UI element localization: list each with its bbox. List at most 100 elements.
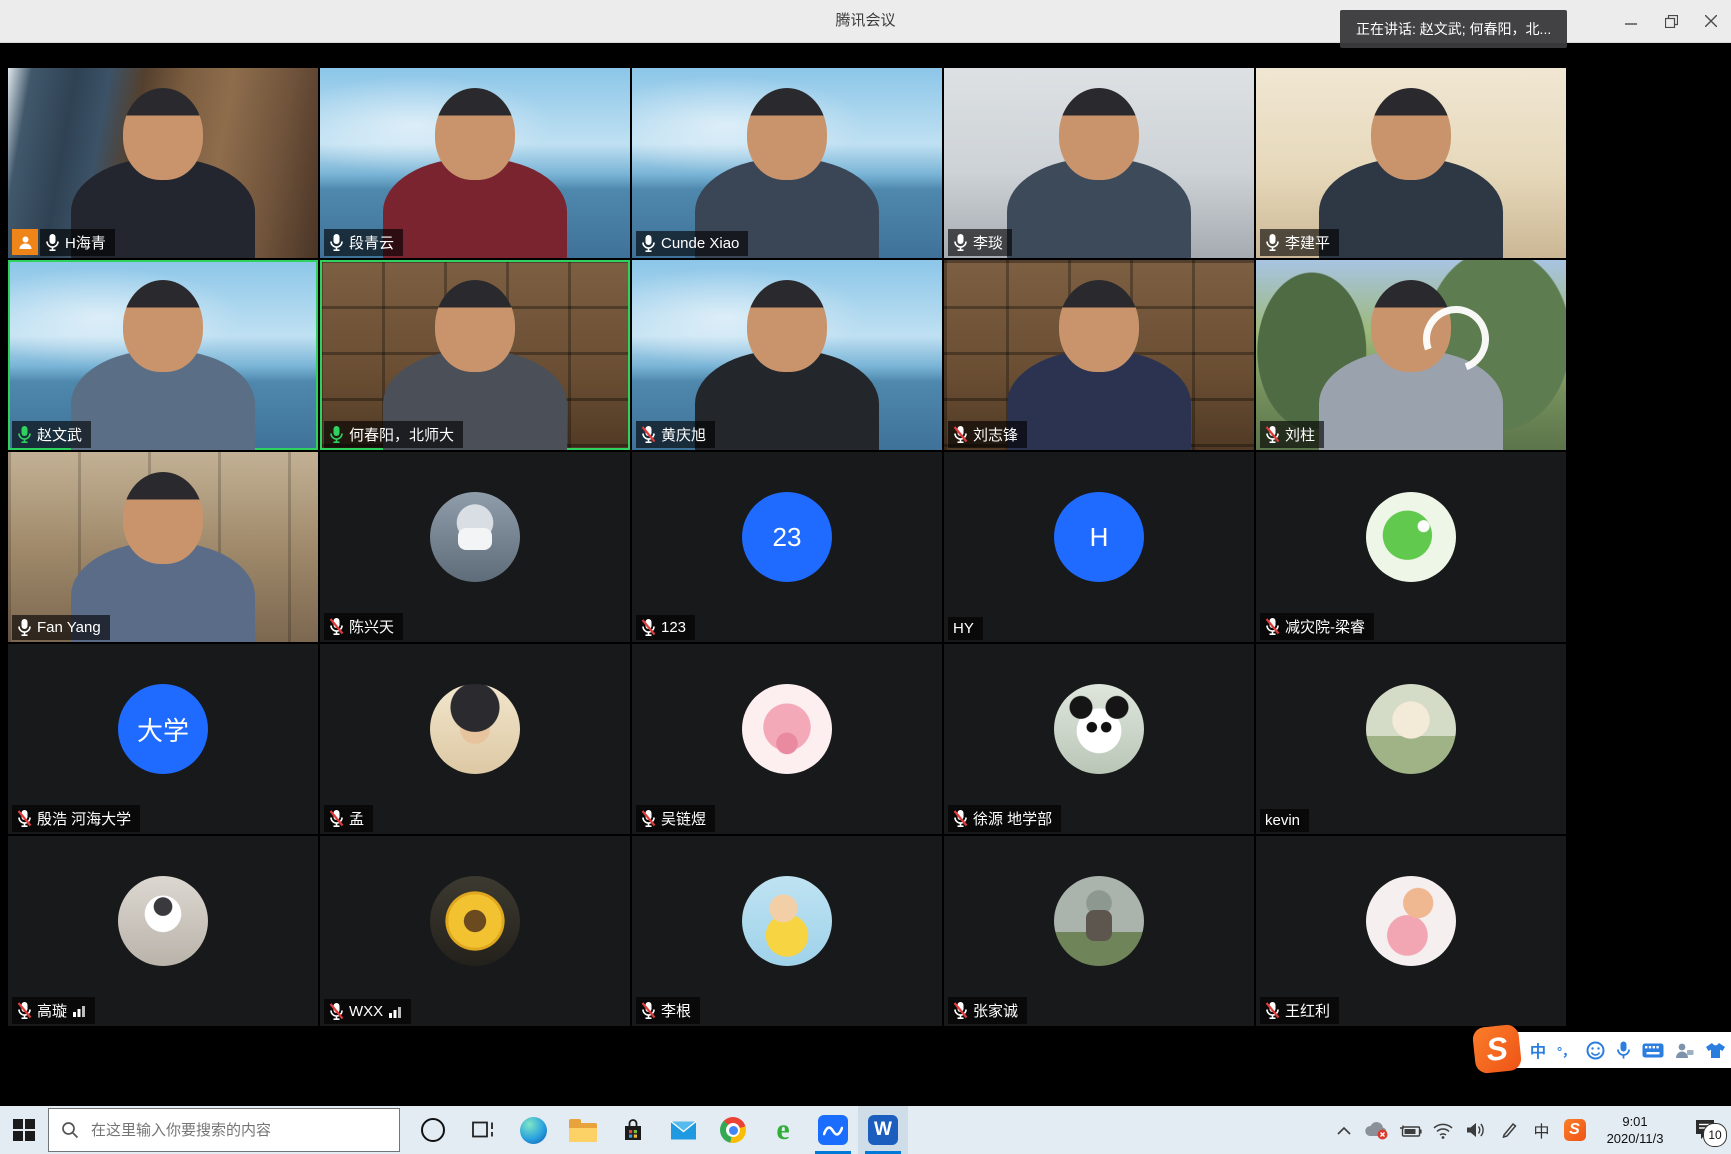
participant-tile-25[interactable]: 王红利 bbox=[1256, 836, 1566, 1026]
taskbar-search[interactable] bbox=[48, 1108, 400, 1152]
participant-name: 刘柱 bbox=[1285, 424, 1315, 445]
video-grid: H海青 段青云Cunde Xiao李琰李建平赵文武 何春阳，北师大黄庆旭刘志锋 刘柱 F… bbox=[8, 68, 1566, 1026]
participant-tile-2[interactable]: 段青云 bbox=[320, 68, 630, 258]
participant-name: H海青 bbox=[65, 232, 106, 253]
participant-label-row: 吴链煜 bbox=[636, 805, 715, 832]
participant-name: HY bbox=[953, 620, 974, 637]
mic-muted-icon bbox=[953, 425, 968, 444]
taskbar-app-tencent-meeting[interactable] bbox=[808, 1106, 858, 1154]
participant-tile-3[interactable]: Cunde Xiao bbox=[632, 68, 942, 258]
volume-icon[interactable] bbox=[1459, 1106, 1492, 1154]
participant-tile-18[interactable]: 吴链煜 bbox=[632, 644, 942, 834]
participant-tile-21[interactable]: 高璇 bbox=[8, 836, 318, 1026]
participant-label-row: 李建平 bbox=[1260, 229, 1339, 256]
participant-tile-17[interactable]: 孟 bbox=[320, 644, 630, 834]
participant-tile-22[interactable]: WXX bbox=[320, 836, 630, 1026]
avatar-text: 大学 bbox=[137, 711, 189, 748]
tray-chevron-up-icon[interactable] bbox=[1327, 1106, 1360, 1154]
mic-muted-icon bbox=[641, 425, 656, 444]
participant-name-label: 刘柱 bbox=[1260, 421, 1324, 448]
minimize-button[interactable] bbox=[1611, 0, 1651, 42]
participant-name-label: 李建平 bbox=[1260, 229, 1339, 256]
clock-date: 2020/11/3 bbox=[1591, 1130, 1679, 1147]
taskbar-app-task-view[interactable] bbox=[458, 1106, 508, 1154]
participant-face bbox=[435, 280, 515, 372]
taskbar-app-store[interactable] bbox=[608, 1106, 658, 1154]
onedrive-error-icon[interactable] bbox=[1360, 1106, 1393, 1154]
participant-tile-9[interactable]: 刘志锋 bbox=[944, 260, 1254, 450]
participant-tile-8[interactable]: 黄庆旭 bbox=[632, 260, 942, 450]
mic-on-icon bbox=[641, 234, 656, 253]
mic-muted-icon bbox=[17, 1001, 32, 1020]
cortana-icon bbox=[421, 1118, 445, 1142]
taskbar-app-cortana[interactable] bbox=[408, 1106, 458, 1154]
participant-tile-23[interactable]: 李根 bbox=[632, 836, 942, 1026]
taskbar-app-word[interactable]: W bbox=[858, 1106, 908, 1154]
mic-muted-icon bbox=[953, 809, 968, 828]
participant-name: 陈兴天 bbox=[349, 616, 394, 637]
participant-tile-7[interactable]: 何春阳，北师大 bbox=[320, 260, 630, 450]
participant-tile-5[interactable]: 李建平 bbox=[1256, 68, 1566, 258]
pen-icon[interactable] bbox=[1492, 1106, 1525, 1154]
participant-tile-24[interactable]: 张家诚 bbox=[944, 836, 1254, 1026]
participant-tile-10[interactable]: 刘柱 bbox=[1256, 260, 1566, 450]
file-explorer-icon bbox=[569, 1123, 597, 1142]
participant-label-row: kevin bbox=[1260, 809, 1309, 832]
speaking-toast: 正在讲话: 赵文武; 何春阳，北... bbox=[1340, 10, 1567, 48]
profile-icon[interactable] bbox=[1675, 1042, 1694, 1059]
participant-tile-11[interactable]: Fan Yang bbox=[8, 452, 318, 642]
voice-input-icon[interactable] bbox=[1616, 1041, 1631, 1060]
participant-tile-16[interactable]: 大学殷浩 河海大学 bbox=[8, 644, 318, 834]
sogou-tray-icon[interactable]: S bbox=[1558, 1106, 1591, 1154]
microsoft-store-icon bbox=[622, 1118, 644, 1143]
restore-button[interactable] bbox=[1651, 0, 1691, 42]
sogou-logo-icon[interactable]: S bbox=[1472, 1024, 1523, 1075]
start-button[interactable] bbox=[0, 1106, 48, 1154]
cartoon-boy-avatar bbox=[742, 876, 832, 966]
emoji-icon[interactable] bbox=[1586, 1041, 1605, 1060]
ime-mode-chinese[interactable]: 中 bbox=[1530, 1038, 1546, 1062]
participant-tile-4[interactable]: 李琰 bbox=[944, 68, 1254, 258]
participant-tile-14[interactable]: HHY bbox=[944, 452, 1254, 642]
participant-tile-1[interactable]: H海青 bbox=[8, 68, 318, 258]
participant-name-label: 赵文武 bbox=[12, 421, 91, 448]
participant-name-label: 徐源 地学部 bbox=[948, 805, 1061, 832]
participant-tile-15[interactable]: 减灾院-梁睿 bbox=[1256, 452, 1566, 642]
mic-muted-icon bbox=[1265, 1001, 1280, 1020]
lamb-avatar bbox=[1366, 684, 1456, 774]
skin-icon[interactable] bbox=[1705, 1042, 1726, 1059]
taskbar-app-green-e-browser[interactable]: e bbox=[758, 1106, 808, 1154]
taskbar-app-mail[interactable] bbox=[658, 1106, 708, 1154]
chrome-icon bbox=[720, 1117, 746, 1143]
search-input[interactable] bbox=[89, 1121, 383, 1140]
taskbar-app-edge[interactable] bbox=[508, 1106, 558, 1154]
notification-center-button[interactable]: 10 bbox=[1679, 1106, 1731, 1154]
wifi-icon[interactable] bbox=[1426, 1106, 1459, 1154]
participant-tile-13[interactable]: 23123 bbox=[632, 452, 942, 642]
participant-tile-19[interactable]: 徐源 地学部 bbox=[944, 644, 1254, 834]
close-button[interactable] bbox=[1691, 0, 1731, 42]
participant-name-label: H海青 bbox=[40, 229, 115, 256]
tray-clock[interactable]: 9:01 2020/11/3 bbox=[1591, 1113, 1679, 1147]
participant-tile-6[interactable]: 赵文武 bbox=[8, 260, 318, 450]
participant-video-figure bbox=[1319, 158, 1503, 258]
participant-tile-12[interactable]: 陈兴天 bbox=[320, 452, 630, 642]
ime-language-indicator[interactable]: 中 bbox=[1525, 1106, 1558, 1154]
taskbar-app-chrome[interactable] bbox=[708, 1106, 758, 1154]
host-badge-icon bbox=[12, 229, 38, 255]
participant-tile-20[interactable]: kevin bbox=[1256, 644, 1566, 834]
participant-face bbox=[123, 88, 203, 180]
punctuation-icon[interactable]: °， bbox=[1557, 1041, 1575, 1060]
soft-keyboard-icon[interactable] bbox=[1642, 1043, 1664, 1058]
battery-icon[interactable] bbox=[1393, 1106, 1426, 1154]
participant-label-row: 123 bbox=[636, 615, 695, 640]
participant-name-label: 高璇 bbox=[12, 997, 95, 1024]
participant-name-label: 陈兴天 bbox=[324, 613, 403, 640]
sogou-ime-toolbar[interactable]: S 中 °， bbox=[1478, 1032, 1731, 1068]
participant-label-row: 张家诚 bbox=[948, 997, 1027, 1024]
participant-label-row: 赵文武 bbox=[12, 421, 91, 448]
taskbar-app-file-explorer[interactable] bbox=[558, 1106, 608, 1154]
participant-name-label: 孟 bbox=[324, 805, 373, 832]
mic-on-icon bbox=[953, 233, 968, 252]
participant-label-row: 刘志锋 bbox=[948, 421, 1027, 448]
